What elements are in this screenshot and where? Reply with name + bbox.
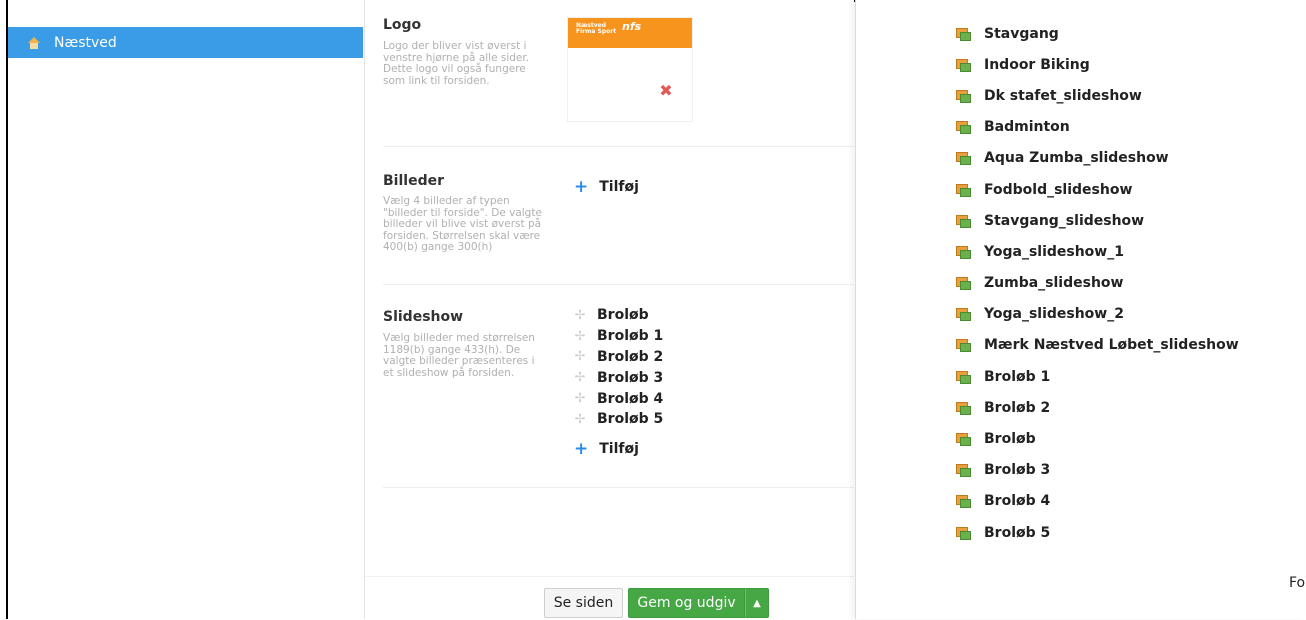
slideshow-section-title: Slideshow (383, 309, 464, 325)
sidebar: Næstved (8, 0, 365, 619)
gallery-item[interactable]: Badminton (956, 112, 1239, 143)
gallery-icon (956, 433, 971, 447)
gallery-icon (956, 339, 971, 353)
section-divider (383, 284, 854, 285)
gallery-icon (956, 464, 971, 478)
gallery-icon (956, 121, 971, 135)
save-publish-button[interactable]: Gem og udgiv (628, 588, 745, 618)
add-slideshow-label: Tilføj (599, 441, 639, 457)
view-page-button[interactable]: Se siden (544, 588, 623, 618)
gallery-item[interactable]: Stavgang_slideshow (956, 205, 1239, 236)
logo-section-description: Logo der bliver vist øverst i venstre hj… (383, 40, 530, 87)
logo-section-title: Logo (383, 17, 422, 33)
settings-panel: Logo Logo der bliver vist øverst i venst… (365, 0, 854, 620)
gallery-item[interactable]: Broløb 5 (956, 517, 1239, 548)
gallery-item[interactable]: Broløb 3 (956, 455, 1239, 486)
plus-icon: + (574, 439, 589, 459)
images-section-description: Vælg 4 billeder af typen "billeder til f… (383, 195, 542, 253)
gallery-icon (956, 495, 971, 509)
gallery-item[interactable]: Indoor Biking (956, 49, 1239, 80)
slideshow-item[interactable]: ✢ Broløb 2 (573, 347, 664, 368)
plus-icon: + (574, 177, 589, 197)
gallery-icon (956, 27, 971, 41)
gallery-item[interactable]: Yoga_slideshow_1 (956, 236, 1239, 267)
add-images-button[interactable]: + Tilføj (574, 177, 639, 197)
drag-handle-icon[interactable]: ✢ (573, 329, 587, 344)
slideshow-item[interactable]: ✢ Broløb 5 (573, 409, 664, 430)
drag-handle-icon[interactable]: ✢ (573, 308, 587, 323)
sidebar-item-naestved[interactable]: Næstved (8, 27, 363, 58)
slideshow-item[interactable]: ✢ Broløb 1 (573, 326, 664, 347)
slideshow-list: ✢ Broløb ✢ Broløb 1 ✢ Broløb 2 ✢ Broløb 3 ✢ B… (573, 305, 664, 430)
remove-logo-icon[interactable]: ✖ (657, 82, 675, 100)
gallery-item[interactable]: Fodbold_slideshow (956, 174, 1239, 205)
images-section-title: Billeder (383, 173, 444, 189)
gallery-item[interactable]: Zumba_slideshow (956, 268, 1239, 299)
gallery-icon (956, 277, 971, 291)
gallery-item[interactable]: Broløb 4 (956, 486, 1239, 517)
gallery-item[interactable]: Yoga_slideshow_2 (956, 299, 1239, 330)
gallery-icon (956, 183, 971, 197)
home-icon (28, 36, 40, 49)
logo-text-line2: Firma Sport (576, 28, 617, 35)
gallery-item[interactable]: Broløb 2 (956, 392, 1239, 423)
gallery-icon (956, 308, 971, 322)
drag-handle-icon[interactable]: ✢ (573, 370, 587, 385)
slideshow-section-description: Vælg billeder med størrelsen 1189(b) gan… (383, 332, 535, 379)
drag-handle-icon[interactable]: ✢ (573, 391, 587, 406)
gallery-icon (956, 58, 971, 72)
add-slideshow-button[interactable]: + Tilføj (574, 439, 639, 459)
gallery-list: Stavgang Indoor Biking Dk stafet_slidesh… (956, 18, 1239, 548)
truncated-text: Fo (1289, 575, 1306, 591)
gallery-item[interactable]: Aqua Zumba_slideshow (956, 143, 1239, 174)
gallery-item[interactable]: Mærk Næstved Løbet_slideshow (956, 330, 1239, 361)
gallery-icon (956, 214, 971, 228)
gallery-icon (956, 89, 971, 103)
gallery-item[interactable]: Broløb 1 (956, 361, 1239, 392)
gallery-icon (956, 401, 971, 415)
gallery-item[interactable]: Dk stafet_slideshow (956, 80, 1239, 111)
slideshow-item[interactable]: ✢ Broløb (573, 305, 663, 326)
gallery-icon (956, 245, 971, 259)
sidebar-item-label: Næstved (54, 34, 117, 51)
add-images-label: Tilføj (599, 179, 639, 195)
gallery-panel: Stavgang Indoor Biking Dk stafet_slidesh… (855, 0, 1304, 619)
gallery-icon (956, 370, 971, 384)
logo-mark: nfs (622, 20, 642, 33)
slideshow-item[interactable]: ✢ Broløb 3 (573, 367, 664, 388)
drag-handle-icon[interactable]: ✢ (573, 349, 587, 364)
drag-handle-icon[interactable]: ✢ (573, 412, 587, 427)
gallery-icon (956, 526, 971, 540)
gallery-item[interactable]: Stavgang (956, 18, 1239, 49)
gallery-icon (956, 152, 971, 166)
logo-preview: nfs Næstved Firma Sport ✖ (567, 17, 693, 122)
gallery-item[interactable]: Broløb (956, 423, 1239, 454)
section-divider (383, 487, 854, 488)
chevron-up-icon[interactable]: ▲ (745, 588, 769, 618)
section-divider (383, 146, 854, 147)
logo-image[interactable]: nfs Næstved Firma Sport (568, 18, 692, 48)
slideshow-item[interactable]: ✢ Broløb 4 (573, 388, 664, 409)
